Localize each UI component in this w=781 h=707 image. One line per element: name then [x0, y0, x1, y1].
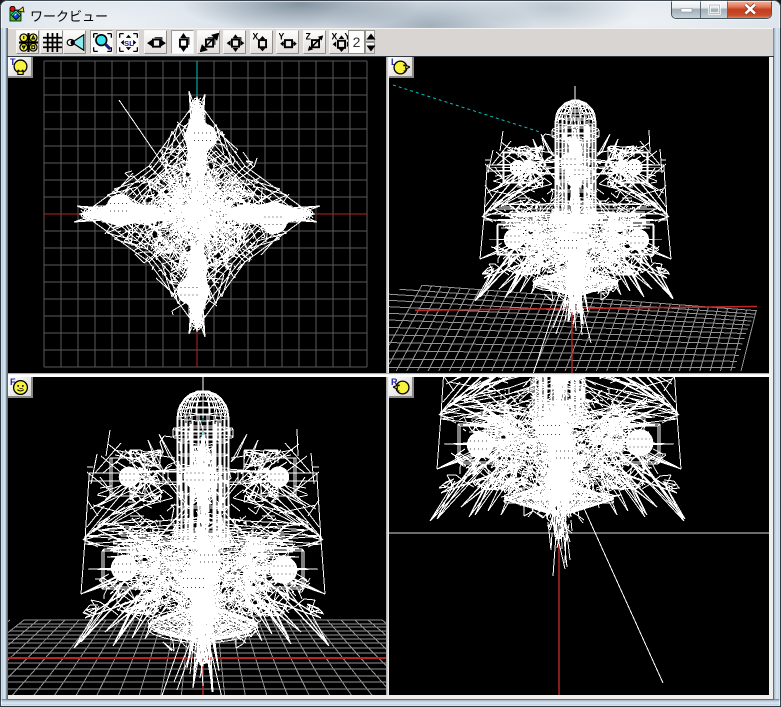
svg-text:X: X	[253, 33, 258, 42]
svg-text:X: X	[332, 33, 337, 42]
svg-text:SL: SL	[124, 39, 134, 48]
svg-text:Z: Z	[306, 33, 311, 42]
svg-text:Y: Y	[279, 33, 284, 42]
